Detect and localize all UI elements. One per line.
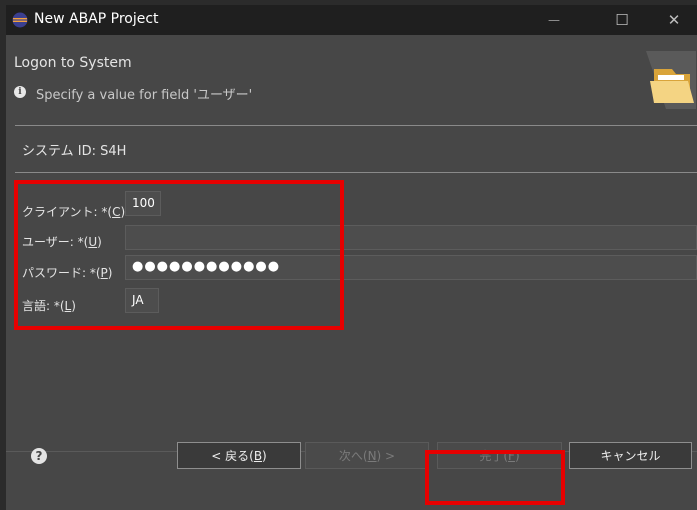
header-divider: [15, 125, 697, 126]
validation-message: Specify a value for field 'ユーザー': [36, 88, 253, 103]
minimize-button[interactable]: —: [531, 5, 577, 35]
maximize-button[interactable]: ☐: [599, 5, 645, 35]
title-bar: New ABAP Project — ☐ ✕: [6, 5, 697, 35]
back-button[interactable]: < 戻る(B): [177, 442, 301, 469]
minimize-icon: —: [548, 13, 560, 27]
eclipse-app-icon: [12, 12, 28, 28]
finish-highlight-box: [425, 450, 565, 505]
form-highlight-box: [14, 180, 344, 330]
system-id-label: システム ID: S4H: [22, 144, 127, 159]
page-title: Logon to System: [14, 55, 132, 71]
cancel-button[interactable]: キャンセル: [569, 442, 692, 469]
section-divider: [15, 172, 697, 173]
close-icon: ✕: [667, 11, 681, 29]
open-folder-icon: [646, 51, 696, 109]
wizard-header: Logon to System i Specify a value for fi…: [6, 35, 697, 125]
next-button[interactable]: 次へ(N) >: [305, 442, 429, 469]
maximize-icon: ☐: [615, 11, 629, 29]
help-icon[interactable]: ?: [31, 448, 47, 464]
window-title: New ABAP Project: [34, 11, 159, 27]
info-icon: i: [14, 86, 26, 98]
dialog-window: New ABAP Project — ☐ ✕ Logon to System i…: [6, 5, 697, 510]
close-button[interactable]: ✕: [651, 5, 697, 35]
